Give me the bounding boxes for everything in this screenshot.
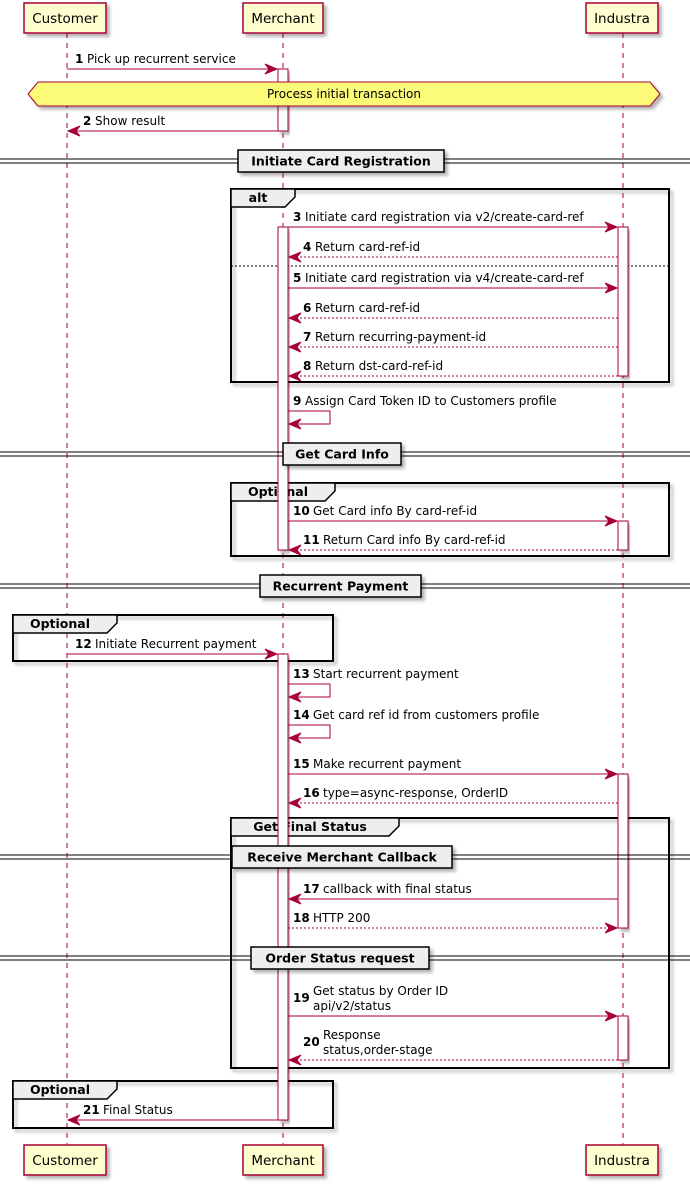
arrowhead-icon xyxy=(604,922,619,934)
message-9 xyxy=(287,410,331,430)
message-number: 9 xyxy=(293,394,301,408)
message-label: Initiate card registration via v2/create… xyxy=(305,210,584,224)
arrowhead-icon xyxy=(287,341,302,353)
separator-label: Initiate Card Registration xyxy=(251,154,431,169)
group-label: Optional xyxy=(30,1082,90,1097)
participant-label: Industra xyxy=(594,11,650,27)
message-label: Make recurrent payment xyxy=(313,757,461,771)
message-number: 6 xyxy=(303,301,311,315)
message-label: Pick up recurrent service xyxy=(87,52,236,66)
arrowhead-icon xyxy=(287,370,302,382)
separator-label: Recurrent Payment xyxy=(273,579,409,594)
activation-bar-industra xyxy=(617,226,629,377)
message-label: status,order-stage xyxy=(323,1043,433,1057)
group-label: alt xyxy=(249,190,268,205)
message-label: Assign Card Token ID to Customers profil… xyxy=(305,394,557,408)
participant-label: Customer xyxy=(32,1153,98,1169)
message-label: Get card ref id from customers profile xyxy=(313,708,539,722)
message-label: Return card-ref-id xyxy=(315,301,420,315)
arrowhead-icon xyxy=(287,312,302,324)
message-number: 19 xyxy=(293,991,310,1005)
divider-label: Process initial transaction xyxy=(267,87,421,101)
message-label: Return Card info By card-ref-id xyxy=(323,533,506,547)
activation-bar-merchant xyxy=(277,653,289,1121)
message-number: 2 xyxy=(83,114,91,128)
arrowhead-icon xyxy=(287,1054,302,1066)
message-label: api/v2/status xyxy=(313,999,391,1013)
message-number: 4 xyxy=(303,240,311,254)
message-label: HTTP 200 xyxy=(313,911,370,925)
participant-label: Merchant xyxy=(251,1153,314,1169)
message-label: Start recurrent payment xyxy=(313,667,459,681)
message-number: 21 xyxy=(83,1103,100,1117)
activation-bar-industra xyxy=(617,520,629,551)
message-number: 7 xyxy=(303,330,311,344)
message-label: Return dst-card-ref-id xyxy=(315,359,443,373)
group-label: Optional xyxy=(30,616,90,631)
separator-label: Receive Merchant Callback xyxy=(247,850,437,865)
activation-bar-merchant xyxy=(277,226,289,551)
message-label: Response xyxy=(323,1028,381,1042)
sequence-diagram: altOptionalOptionalGet Final StatusOptio… xyxy=(0,2,690,1176)
activation-bar-industra xyxy=(617,1015,629,1061)
message-label: Final Status xyxy=(103,1103,173,1117)
message-number: 11 xyxy=(303,533,320,547)
participant-label: Customer xyxy=(32,11,98,27)
arrowhead-icon xyxy=(287,544,302,556)
message-number: 10 xyxy=(293,504,310,518)
message-number: 12 xyxy=(75,637,92,651)
message-13 xyxy=(287,683,331,703)
message-label: Get Card info By card-ref-id xyxy=(313,504,477,518)
arrowhead-icon xyxy=(287,251,302,263)
message-label: Show result xyxy=(95,114,165,128)
message-label: Return card-ref-id xyxy=(315,240,420,254)
message-label: Initiate Recurrent payment xyxy=(95,637,257,651)
message-number: 15 xyxy=(293,757,310,771)
separator-label: Order Status request xyxy=(265,951,414,966)
message-number: 13 xyxy=(293,667,310,681)
message-number: 17 xyxy=(303,882,320,896)
message-label: Return recurring-payment-id xyxy=(315,330,486,344)
message-number: 1 xyxy=(75,52,83,66)
message-number: 8 xyxy=(303,359,311,373)
message-number: 14 xyxy=(293,708,310,722)
message-label: type=async-response, OrderID xyxy=(323,786,508,800)
message-number: 16 xyxy=(303,786,320,800)
participant-label: Industra xyxy=(594,1153,650,1169)
group-label: Get Final Status xyxy=(253,819,367,834)
separator-label: Get Card Info xyxy=(295,447,389,462)
message-label: Get status by Order ID xyxy=(313,984,448,998)
participant-label: Merchant xyxy=(251,11,314,27)
message-number: 20 xyxy=(303,1035,320,1049)
activation-bar-industra xyxy=(617,773,629,929)
message-label: callback with final status xyxy=(323,882,472,896)
message-number: 5 xyxy=(293,271,301,285)
message-14 xyxy=(287,724,331,744)
message-label: Initiate card registration via v4/create… xyxy=(305,271,584,285)
message-number: 18 xyxy=(293,911,310,925)
arrowhead-icon xyxy=(287,797,302,809)
message-number: 3 xyxy=(293,210,301,224)
